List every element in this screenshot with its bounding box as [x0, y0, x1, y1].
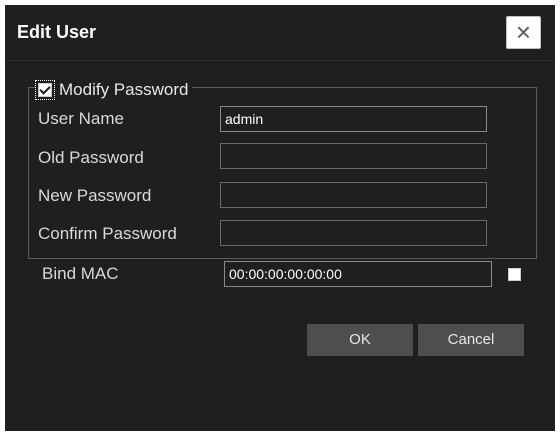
user-name-input[interactable]: [220, 106, 487, 132]
dialog-titlebar: Edit User ×: [5, 5, 555, 60]
old-password-input[interactable]: [220, 143, 487, 169]
new-password-label: New Password: [38, 186, 152, 205]
dialog-title: Edit User: [17, 22, 97, 42]
bind-mac-label: Bind MAC: [42, 264, 119, 283]
ok-button[interactable]: OK: [307, 324, 413, 356]
new-password-input[interactable]: [220, 182, 487, 208]
confirm-password-label: Confirm Password: [38, 224, 177, 243]
old-password-label: Old Password: [38, 148, 144, 167]
modify-password-legend: Modify Password: [35, 79, 193, 101]
title-divider: [5, 60, 555, 61]
user-name-label: User Name: [38, 109, 124, 128]
close-button[interactable]: ×: [506, 16, 541, 49]
bind-mac-checkbox[interactable]: [508, 268, 521, 281]
modify-password-checkbox[interactable]: [38, 83, 52, 97]
checkbox-focus-ring: [35, 80, 55, 100]
edit-user-dialog: Edit User × Modify Password User Name Ol…: [5, 5, 555, 431]
confirm-password-input[interactable]: [220, 220, 487, 246]
modify-password-label[interactable]: Modify Password: [59, 80, 188, 100]
cancel-button[interactable]: Cancel: [418, 324, 524, 356]
bind-mac-input[interactable]: [224, 261, 492, 287]
close-icon: ×: [515, 17, 532, 47]
